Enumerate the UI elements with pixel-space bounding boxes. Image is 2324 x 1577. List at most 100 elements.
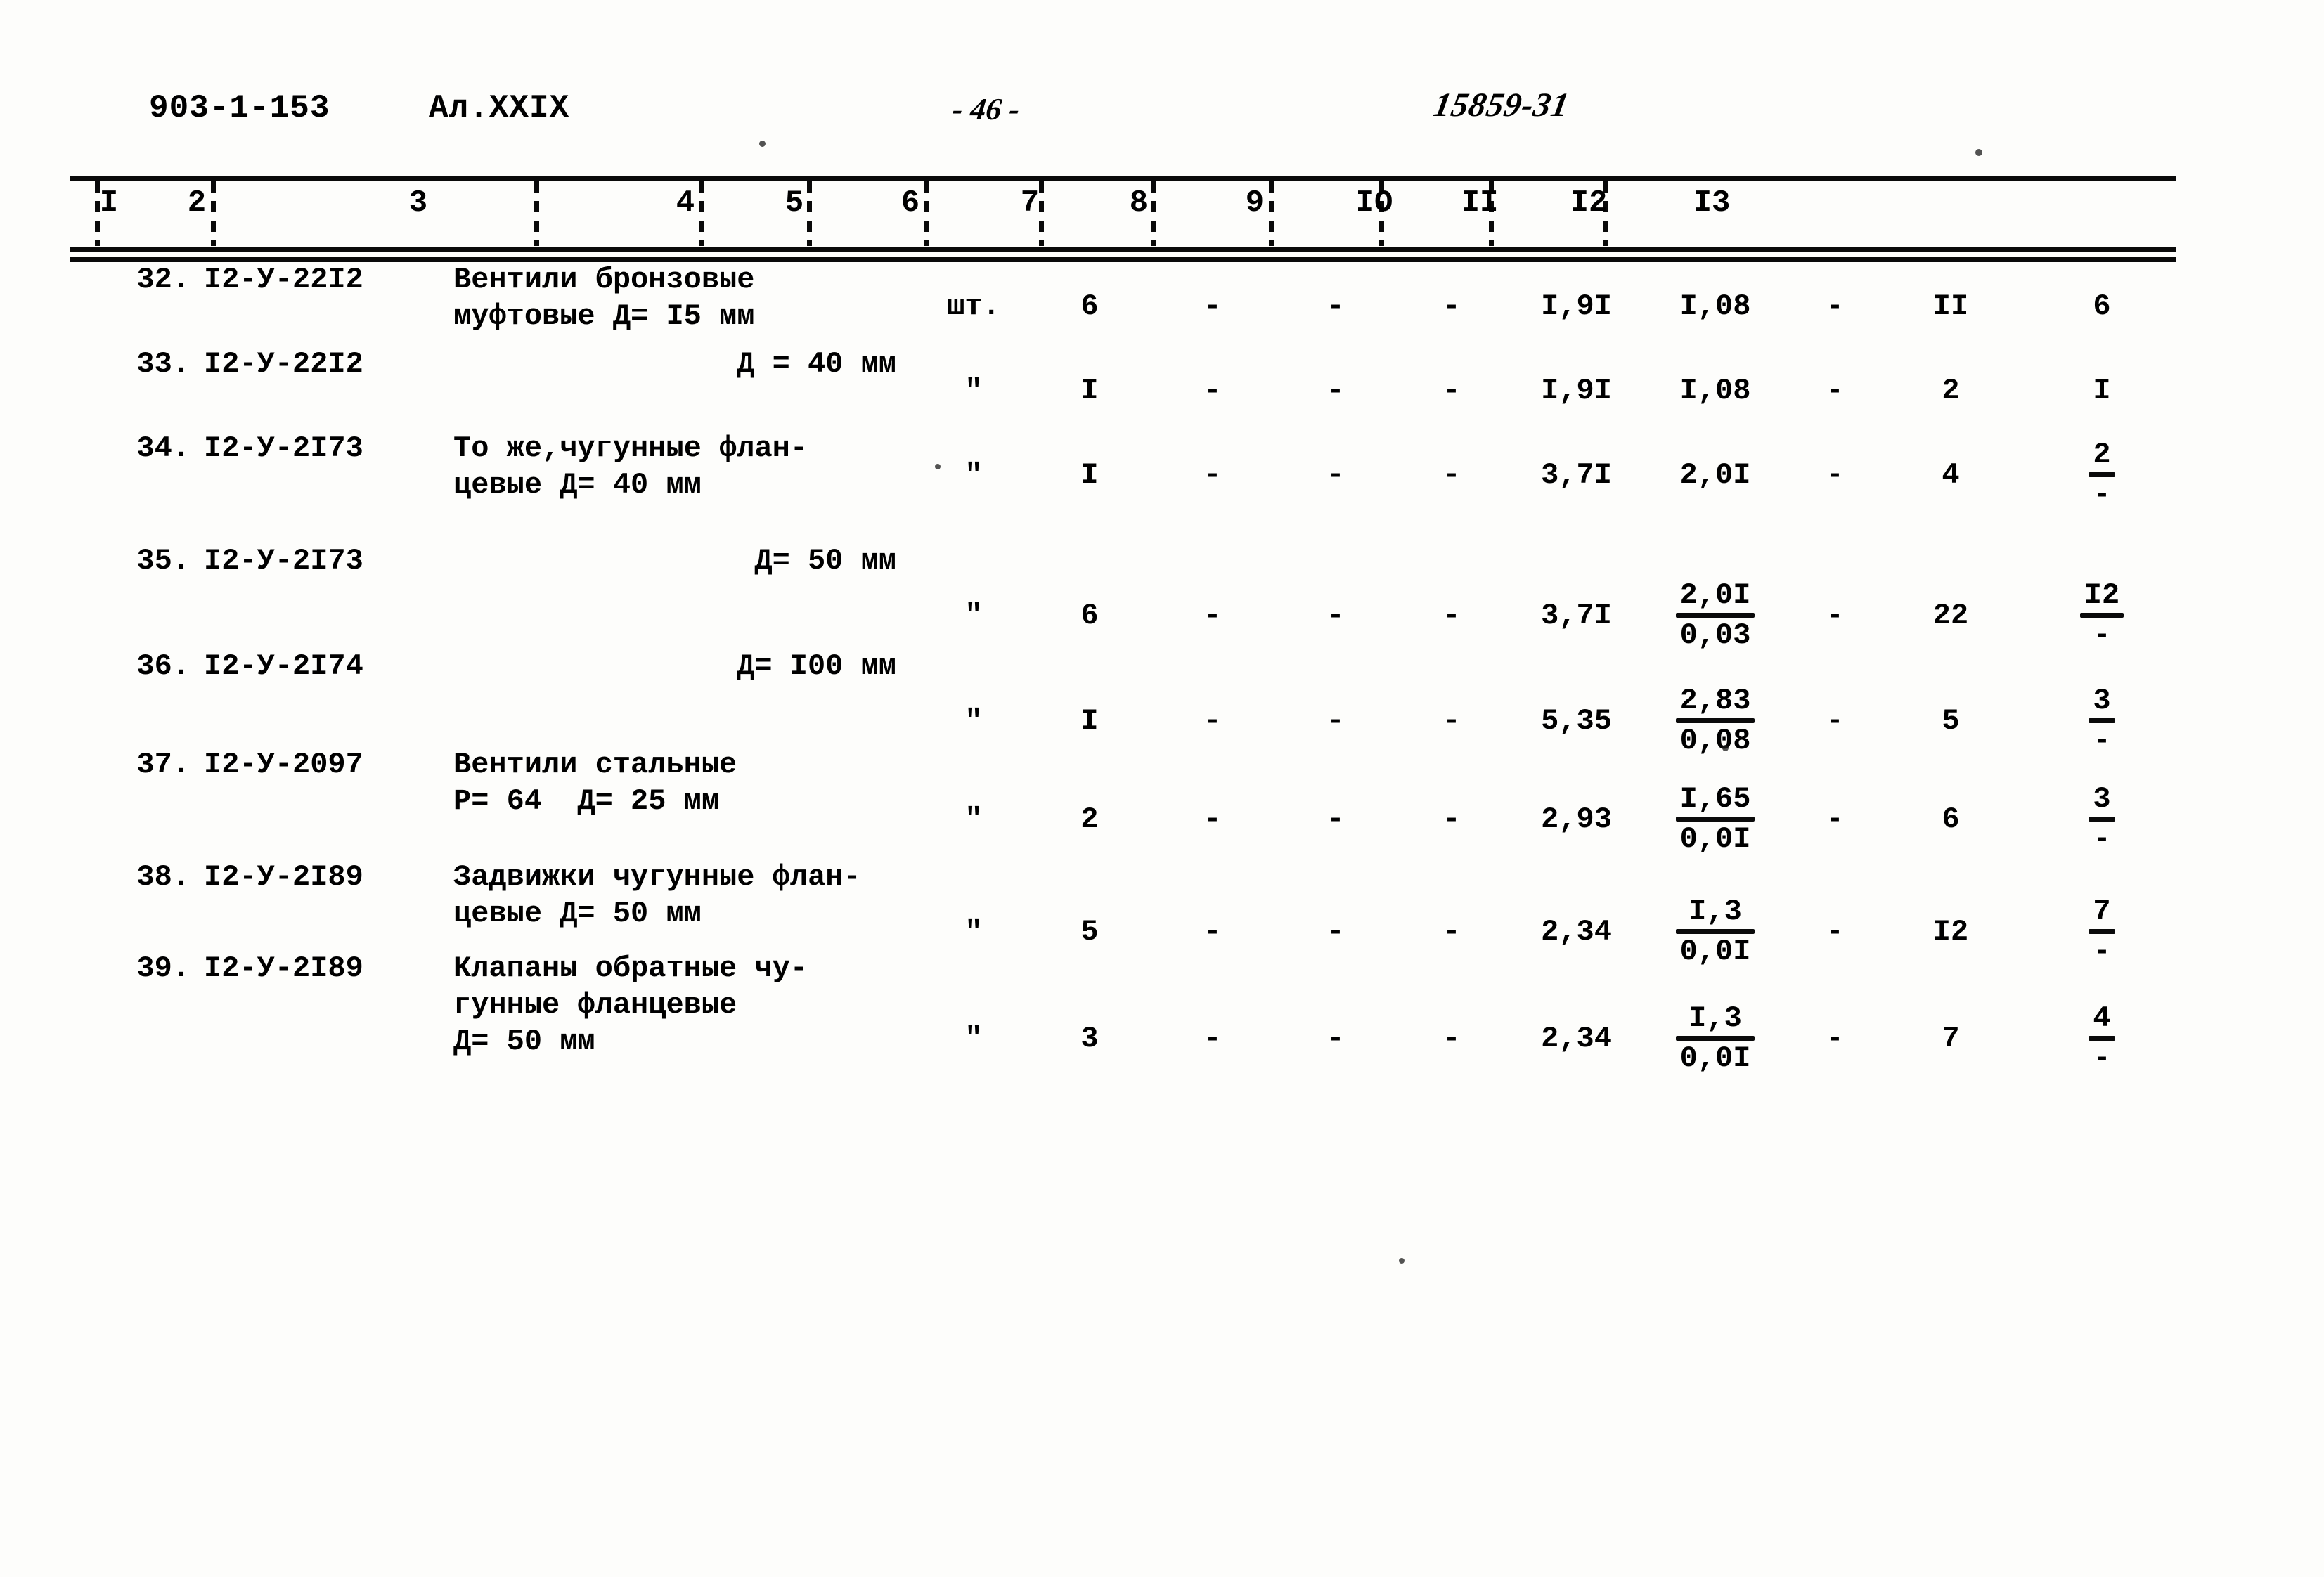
album-label: Ал.XXIX (429, 90, 570, 126)
row-number: 33. (136, 347, 190, 381)
col9-cell: I,9I (1541, 290, 1612, 323)
col12-cell: 22 (1932, 599, 1969, 632)
col8-cell: - (1442, 704, 1461, 738)
column-header-7: 7 (1020, 186, 1040, 221)
qty-cell: 6 (1080, 290, 1099, 323)
col10-cell: 2,0I 0,03 (1648, 579, 1782, 654)
unit-cell: " (964, 803, 983, 836)
col8-cell: - (1442, 290, 1461, 323)
scan-speck (1722, 745, 1729, 751)
col9-cell: I,9I (1541, 374, 1612, 408)
col12-cell: 6 (1942, 803, 1960, 836)
col13-cell: 3- (2046, 684, 2158, 759)
col8-cell: - (1442, 458, 1461, 492)
col7-cell: - (1326, 599, 1345, 632)
unit-cell: " (964, 599, 983, 632)
col11-cell: - (1826, 458, 1844, 492)
col7-cell: - (1326, 290, 1345, 323)
column-header-12: I2 (1570, 186, 1608, 221)
column-header-1: I (99, 186, 119, 221)
col11-cell: - (1826, 374, 1844, 408)
document-page: 903-1-153 Ал.XXIX - 46 - 15859-31 I23456… (0, 0, 2324, 1577)
item-code: I2-У-2I89 (204, 860, 363, 894)
scan-speck (759, 141, 766, 147)
column-header-8: 8 (1129, 186, 1149, 221)
document-code: 903-1-153 (149, 90, 330, 126)
col8-cell: - (1442, 374, 1461, 408)
row-number: 39. (136, 952, 190, 985)
col10-cell: 2,83 0,08 (1648, 684, 1782, 759)
item-code: I2-У-2I73 (204, 544, 363, 578)
table-column-headers: I 2 3 4 5 6 7 8 9 IO II I2 I3 (70, 181, 2176, 246)
col10-cell: I,65 0,0I (1648, 783, 1782, 857)
item-description: Вентили бронзовые муфтовые Д= I5 мм (453, 263, 755, 333)
col6-cell: - (1203, 915, 1222, 949)
item-description: Задвижки чугунные флан- цевые Д= 50 мм (453, 860, 861, 930)
qty-cell: I (1080, 374, 1099, 408)
scan-speck (1399, 1258, 1405, 1264)
row-number: 34. (136, 431, 190, 465)
item-description: Д = 40 мм (737, 347, 896, 381)
col7-cell: - (1326, 1022, 1345, 1056)
col13-cell: 6 (2093, 290, 2111, 323)
qty-cell: 6 (1080, 599, 1099, 632)
column-header-3: 3 (408, 186, 428, 221)
col12-cell: 4 (1942, 458, 1960, 492)
unit-cell: " (964, 1022, 983, 1056)
col8-cell: - (1442, 1022, 1461, 1056)
col10-cell: I,08 (1679, 374, 1751, 408)
col12-cell: 5 (1942, 704, 1960, 738)
col8-cell: - (1442, 599, 1461, 632)
col6-cell: - (1203, 458, 1222, 492)
col10-cell: I,3 0,0I (1648, 895, 1782, 970)
item-code: I2-У-2I74 (204, 649, 363, 683)
col7-cell: - (1326, 803, 1345, 836)
col9-cell: 3,7I (1541, 599, 1612, 632)
item-code: I2-У-22I2 (204, 263, 363, 297)
col10-cell: I,3 0,0I (1648, 1002, 1782, 1077)
col6-cell: - (1203, 704, 1222, 738)
col7-cell: - (1326, 374, 1345, 408)
col9-cell: 2,93 (1541, 803, 1612, 836)
column-header-6: 6 (900, 186, 920, 221)
qty-cell: I (1080, 704, 1099, 738)
col8-cell: - (1442, 803, 1461, 836)
col11-cell: - (1826, 915, 1844, 949)
unit-cell: " (964, 704, 983, 738)
column-header-4: 4 (676, 186, 695, 221)
item-description: То же,чугунные флан- цевые Д= 40 мм (453, 431, 808, 502)
col7-cell: - (1326, 704, 1345, 738)
col11-cell: - (1826, 704, 1844, 738)
col9-cell: 3,7I (1541, 458, 1612, 492)
qty-cell: I (1080, 458, 1099, 492)
col11-cell: - (1826, 803, 1844, 836)
column-header-5: 5 (785, 186, 804, 221)
item-description: Клапаны обратные чу- гунные фланцевые Д=… (453, 952, 808, 1058)
scan-speck (1975, 149, 1982, 156)
column-header-11: II (1461, 186, 1499, 221)
col13-cell: 4- (2046, 1002, 2158, 1077)
qty-cell: 2 (1080, 803, 1099, 836)
column-header-2: 2 (187, 186, 207, 221)
col12-cell: 2 (1942, 374, 1960, 408)
unit-cell: " (964, 374, 983, 408)
col6-cell: - (1203, 599, 1222, 632)
col11-cell: - (1826, 1022, 1844, 1056)
item-description: Д= 50 мм (754, 544, 896, 578)
col12-cell: II (1932, 290, 1969, 323)
col6-cell: - (1203, 803, 1222, 836)
col12-cell: 7 (1942, 1022, 1960, 1056)
unit-cell: " (964, 915, 983, 949)
col13-cell: 3- (2046, 783, 2158, 857)
column-header-13: I3 (1693, 186, 1731, 221)
qty-cell: 5 (1080, 915, 1099, 949)
page-header: 903-1-153 Ал.XXIX - 46 - 15859-31 (0, 86, 2324, 139)
page-number: - 46 - (950, 92, 1021, 126)
col6-cell: - (1203, 1022, 1222, 1056)
col13-cell: I2- (2046, 579, 2158, 654)
col8-cell: - (1442, 915, 1461, 949)
col13-cell: I (2093, 374, 2111, 408)
item-code: I2-У-2I89 (204, 952, 363, 985)
unit-cell: " (964, 458, 983, 492)
col6-cell: - (1203, 290, 1222, 323)
